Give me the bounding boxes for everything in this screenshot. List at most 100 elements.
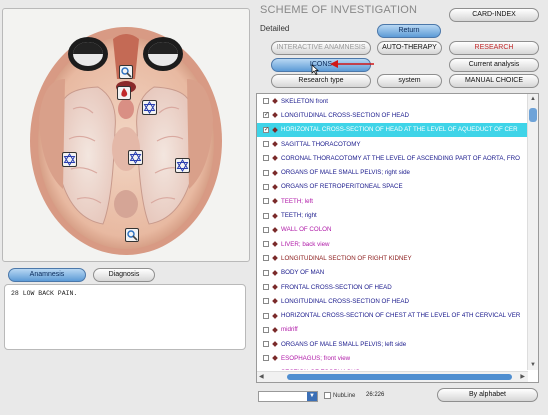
list-item-label: TEETH; right xyxy=(281,212,317,220)
research-type-button[interactable]: Research type xyxy=(271,74,371,88)
star-of-david-icon[interactable] xyxy=(175,158,190,173)
tab-diagnosis[interactable]: Diagnosis xyxy=(93,268,155,282)
list-item[interactable]: SECTION OF ESOPHAGUS xyxy=(257,366,528,370)
list-item-checkbox[interactable] xyxy=(263,241,269,248)
list-item-checkbox[interactable] xyxy=(263,141,269,148)
list-item-checkbox[interactable] xyxy=(263,312,269,319)
list-item[interactable]: ORGANS OF MALE SMALL PELVIS; right side xyxy=(257,165,528,179)
horizontal-scrollbar[interactable]: ◀ ▶ xyxy=(257,371,528,382)
list-item[interactable]: SKELETON front xyxy=(257,94,528,108)
interactive-anamnesis-button[interactable]: INTERACTIVE ANAMNESIS xyxy=(271,41,371,55)
investigation-list[interactable]: SKELETON front ✓ LONGITUDINAL CROSS-SECTIO… xyxy=(256,93,539,383)
list-item[interactable]: ✓ LONGITUDINAL CROSS-SECTION OF HEAD xyxy=(257,108,528,122)
list-item-checkbox[interactable] xyxy=(263,326,269,333)
pointer-icon xyxy=(311,64,319,75)
list-item-label: SKELETON front xyxy=(281,97,328,105)
card-index-button[interactable]: CARD-INDEX xyxy=(449,8,539,22)
list-item-checkbox[interactable] xyxy=(263,255,269,262)
list-item[interactable]: FRONTAL CROSS-SECTION OF HEAD xyxy=(257,280,528,294)
list-item-checkbox[interactable] xyxy=(263,98,269,105)
list-item-checkbox[interactable] xyxy=(263,169,269,176)
list-item-label: TEETH; left xyxy=(281,197,313,205)
bullet-icon xyxy=(272,255,278,262)
list-item-label: ESOPHAGUS; front view xyxy=(281,354,351,362)
scroll-up-icon[interactable]: ▲ xyxy=(530,96,536,102)
scroll-left-icon[interactable]: ◀ xyxy=(259,373,264,380)
by-alphabet-button[interactable]: By alphabet xyxy=(437,388,538,402)
list-item[interactable]: WALL OF COLON xyxy=(257,223,528,237)
list-item[interactable]: TEETH; right xyxy=(257,208,528,222)
search-icon[interactable] xyxy=(125,228,139,242)
list-item-checkbox[interactable] xyxy=(263,355,269,362)
star-of-david-icon[interactable] xyxy=(128,150,143,165)
list-item[interactable]: LIVER; back view xyxy=(257,237,528,251)
list-item[interactable]: TEETH; left xyxy=(257,194,528,208)
list-item[interactable]: CORONAL THORACOTOMY AT THE LEVEL OF ASCE… xyxy=(257,151,528,165)
nubline-toggle[interactable]: NubLine xyxy=(324,392,355,399)
brain-cross-section-image xyxy=(30,27,222,255)
cursor-coordinates: 26:226 xyxy=(366,392,385,398)
list-item-checkbox[interactable] xyxy=(263,341,269,348)
bullet-icon xyxy=(272,226,278,233)
star-of-david-icon[interactable] xyxy=(142,100,157,115)
list-item[interactable]: ESOPHAGUS; front view xyxy=(257,351,528,365)
current-analysis-button[interactable]: Current analysis xyxy=(449,58,539,72)
bullet-icon xyxy=(272,112,278,119)
bullet-icon xyxy=(272,198,278,205)
return-button[interactable]: Return xyxy=(377,24,441,38)
bullet-icon xyxy=(272,341,278,348)
scroll-down-icon[interactable]: ▼ xyxy=(530,362,536,368)
list-item-checkbox[interactable] xyxy=(263,298,269,305)
manual-choice-button[interactable]: MANUAL CHOICE xyxy=(449,74,539,88)
list-item-checkbox[interactable] xyxy=(263,198,269,205)
horizontal-scroll-thumb[interactable] xyxy=(287,374,512,380)
vertical-scroll-thumb[interactable] xyxy=(529,108,537,122)
list-filter-dropdown[interactable]: ▼ xyxy=(258,391,318,402)
auto-therapy-button[interactable]: AUTO-THERAPY xyxy=(377,41,442,55)
investigation-list-items[interactable]: SKELETON front ✓ LONGITUDINAL CROSS-SECTIO… xyxy=(257,94,528,370)
list-item-label: HORIZONTAL CROSS-SECTION OF CHEST AT THE… xyxy=(281,312,521,320)
bullet-icon xyxy=(272,327,278,333)
bullet-icon xyxy=(272,212,278,219)
list-item-label: BODY OF MAN xyxy=(281,269,325,277)
list-item[interactable]: LONGITUDINAL SECTION OF RIGHT KIDNEY xyxy=(257,251,528,265)
list-item-checkbox[interactable] xyxy=(263,155,269,162)
list-item[interactable]: ORGANS OF MALE SMALL PELVIS; left side xyxy=(257,337,528,351)
system-button[interactable]: system xyxy=(377,74,442,88)
list-item[interactable]: HORIZONTAL CROSS-SECTION OF CHEST AT THE… xyxy=(257,308,528,322)
bullet-icon xyxy=(272,98,278,104)
scroll-right-icon[interactable]: ▶ xyxy=(520,373,525,380)
list-item-label: ORGANS OF RETROPERITONEAL SPACE xyxy=(281,183,403,191)
list-item[interactable]: LONGITUDINAL CROSS-SECTION OF HEAD xyxy=(257,294,528,308)
list-item[interactable]: ORGANS OF RETROPERITONEAL SPACE xyxy=(257,180,528,194)
search-icon[interactable] xyxy=(119,65,133,79)
list-item[interactable]: BODY OF MAN xyxy=(257,266,528,280)
nubline-label: NubLine xyxy=(333,392,356,399)
list-item-checkbox[interactable] xyxy=(263,226,269,233)
blood-drop-icon[interactable] xyxy=(117,86,131,100)
research-button[interactable]: RESEARCH xyxy=(449,41,539,55)
anamnesis-notes-field[interactable]: 28 LOW BACK PAIN. xyxy=(4,284,246,350)
list-item-checkbox[interactable]: ✓ xyxy=(263,126,269,133)
chevron-down-icon[interactable]: ▼ xyxy=(307,392,317,401)
list-item[interactable]: midriff xyxy=(257,323,528,337)
list-item-label: LONGITUDINAL SECTION OF RIGHT KIDNEY xyxy=(281,254,412,262)
nubline-checkbox[interactable] xyxy=(324,392,331,399)
anatomy-image-panel[interactable] xyxy=(2,8,250,262)
list-item-label: LIVER; back view xyxy=(281,240,330,248)
list-item-checkbox[interactable] xyxy=(263,269,269,276)
list-item[interactable]: SAGITTAL THORACOTOMY xyxy=(257,137,528,151)
page-title: SCHEME OF INVESTIGATION xyxy=(260,4,418,16)
bullet-icon xyxy=(272,355,278,362)
vertical-scrollbar[interactable]: ▲ ▼ xyxy=(527,94,538,370)
list-item[interactable]: ✓ HORIZONTAL CROSS-SECTION OF HEAD AT THE… xyxy=(257,122,528,137)
list-item-checkbox[interactable] xyxy=(263,183,269,190)
list-item-label: WALL OF COLON xyxy=(281,226,332,234)
tab-anamnesis[interactable]: Anamnesis xyxy=(8,268,86,282)
bullet-icon xyxy=(272,126,278,133)
bullet-icon xyxy=(272,141,278,147)
star-of-david-icon[interactable] xyxy=(62,152,77,167)
list-item-checkbox[interactable]: ✓ xyxy=(263,112,269,119)
list-item-checkbox[interactable] xyxy=(263,284,269,290)
list-item-checkbox[interactable] xyxy=(263,212,269,219)
